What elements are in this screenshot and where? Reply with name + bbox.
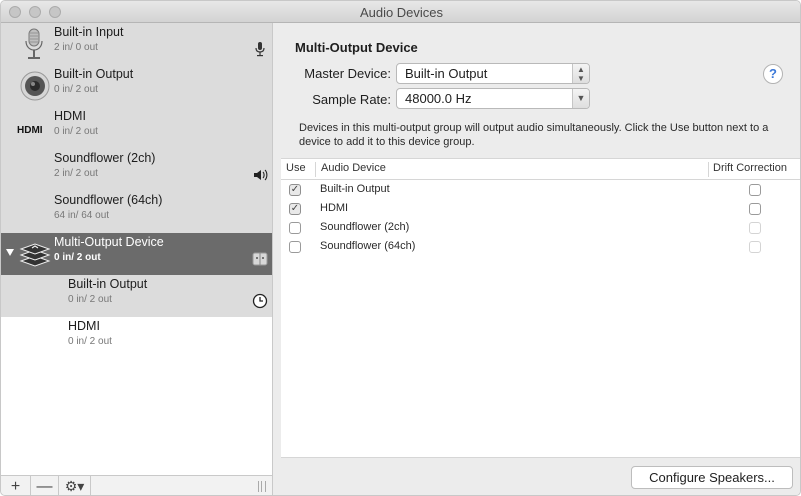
sidebar-footer: + — ⚙▾	[1, 475, 273, 495]
help-button[interactable]: ?	[763, 64, 783, 84]
column-divider	[708, 162, 709, 177]
clock-icon	[252, 293, 268, 309]
finder-icon	[252, 252, 268, 266]
device-item-built-in-output[interactable]: Built-in Output 0 in/ 2 out	[1, 65, 272, 107]
panel-title: Multi-Output Device	[295, 40, 418, 55]
mic-small-icon	[255, 42, 265, 57]
device-name: HDMI	[68, 319, 100, 333]
sub-device-hdmi[interactable]: HDMI 0 in/ 2 out	[1, 317, 272, 359]
sample-rate-popup[interactable]: 48000.0 Hz ▼	[396, 88, 590, 109]
device-name: Soundflower (64ch)	[54, 193, 163, 207]
column-header-drift-correction[interactable]: Drift Correction	[713, 162, 787, 174]
device-io: 2 in/ 2 out	[54, 168, 98, 179]
device-name: Built-in Input	[54, 25, 124, 39]
hdmi-logo-text: HDMI	[17, 125, 43, 136]
use-checkbox[interactable]	[289, 241, 301, 253]
device-item-soundflower-2ch[interactable]: Soundflower (2ch) 2 in/ 2 out	[1, 149, 272, 191]
description-text: Devices in this multi-output group will …	[299, 122, 769, 148]
device-item-built-in-input[interactable]: Built-in Input 2 in/ 0 out	[1, 23, 272, 65]
sub-device-built-in-output[interactable]: Built-in Output 0 in/ 2 out	[1, 275, 272, 317]
drift-checkbox[interactable]	[749, 203, 761, 215]
table-row: Soundflower (64ch)	[281, 238, 800, 257]
device-io: 0 in/ 2 out	[54, 252, 101, 263]
volume-icon	[254, 169, 268, 181]
master-device-label: Master Device:	[304, 66, 391, 81]
chevron-down-icon: ▼	[572, 89, 589, 108]
use-checkbox[interactable]: ✓	[289, 203, 301, 215]
add-device-button[interactable]: +	[1, 476, 31, 495]
device-item-multi-output[interactable]: Multi-Output Device 0 in/ 2 out	[1, 233, 272, 275]
table-row: ✓ HDMI	[281, 200, 800, 219]
hdmi-icon: HDMI	[17, 125, 43, 136]
master-device-value: Built-in Output	[405, 66, 488, 81]
device-name: Soundflower (2ch)	[54, 151, 156, 165]
row-device-name: Soundflower (2ch)	[320, 221, 410, 233]
resize-grip-icon[interactable]	[258, 481, 266, 492]
updown-arrow-icon: ▲ ▼	[572, 64, 589, 83]
microphone-icon	[25, 28, 43, 59]
sample-rate-label: Sample Rate:	[312, 92, 391, 107]
device-io: 0 in/ 2 out	[68, 336, 112, 347]
table-row: ✓ Built-in Output	[281, 181, 800, 200]
table-row: Soundflower (2ch)	[281, 219, 800, 238]
window-title: Audio Devices	[359, 5, 444, 20]
column-header-audio-device[interactable]: Audio Device	[321, 162, 386, 174]
device-name: Built-in Output	[68, 277, 148, 291]
device-io: 0 in/ 2 out	[54, 126, 98, 137]
column-header-use[interactable]: Use	[286, 162, 306, 174]
device-name: Multi-Output Device	[54, 235, 164, 249]
title-bar: Audio Devices	[1, 1, 800, 23]
use-checkbox[interactable]	[289, 222, 301, 234]
device-io: 0 in/ 2 out	[68, 294, 112, 305]
master-device-popup[interactable]: Built-in Output ▲ ▼	[396, 63, 590, 84]
remove-device-button[interactable]: —	[31, 476, 59, 495]
disclosure-triangle-icon[interactable]	[6, 249, 14, 256]
use-checkbox[interactable]: ✓	[289, 184, 301, 196]
row-device-name: Built-in Output	[320, 183, 390, 195]
drift-checkbox[interactable]	[749, 184, 761, 196]
audio-devices-window: Audio Devices Built-in Input 2 in/ 0 out	[0, 0, 801, 496]
device-name: HDMI	[54, 109, 86, 123]
gear-menu-button[interactable]: ⚙▾	[59, 476, 91, 495]
drift-checkbox	[749, 241, 761, 253]
table-header: Use Audio Device Drift Correction	[281, 159, 800, 180]
row-device-name: HDMI	[320, 202, 349, 214]
device-io: 0 in/ 2 out	[54, 84, 98, 95]
device-list: Built-in Input 2 in/ 0 out Built-in Outp…	[1, 23, 273, 475]
device-table: Use Audio Device Drift Correction ✓ Buil…	[281, 158, 800, 458]
multi-output-icon	[19, 243, 51, 267]
drift-checkbox	[749, 222, 761, 234]
device-item-hdmi[interactable]: HDMI HDMI 0 in/ 2 out	[1, 107, 272, 149]
sample-rate-value: 48000.0 Hz	[405, 91, 472, 106]
device-item-soundflower-64ch[interactable]: Soundflower (64ch) 64 in/ 64 out	[1, 191, 272, 233]
device-io: 2 in/ 0 out	[54, 42, 98, 53]
device-name: Built-in Output	[54, 67, 134, 81]
speaker-icon	[20, 71, 50, 101]
column-divider	[315, 162, 316, 177]
configure-speakers-button[interactable]: Configure Speakers...	[631, 466, 793, 489]
row-device-name: Soundflower (64ch)	[320, 240, 416, 252]
device-io: 64 in/ 64 out	[54, 210, 110, 221]
